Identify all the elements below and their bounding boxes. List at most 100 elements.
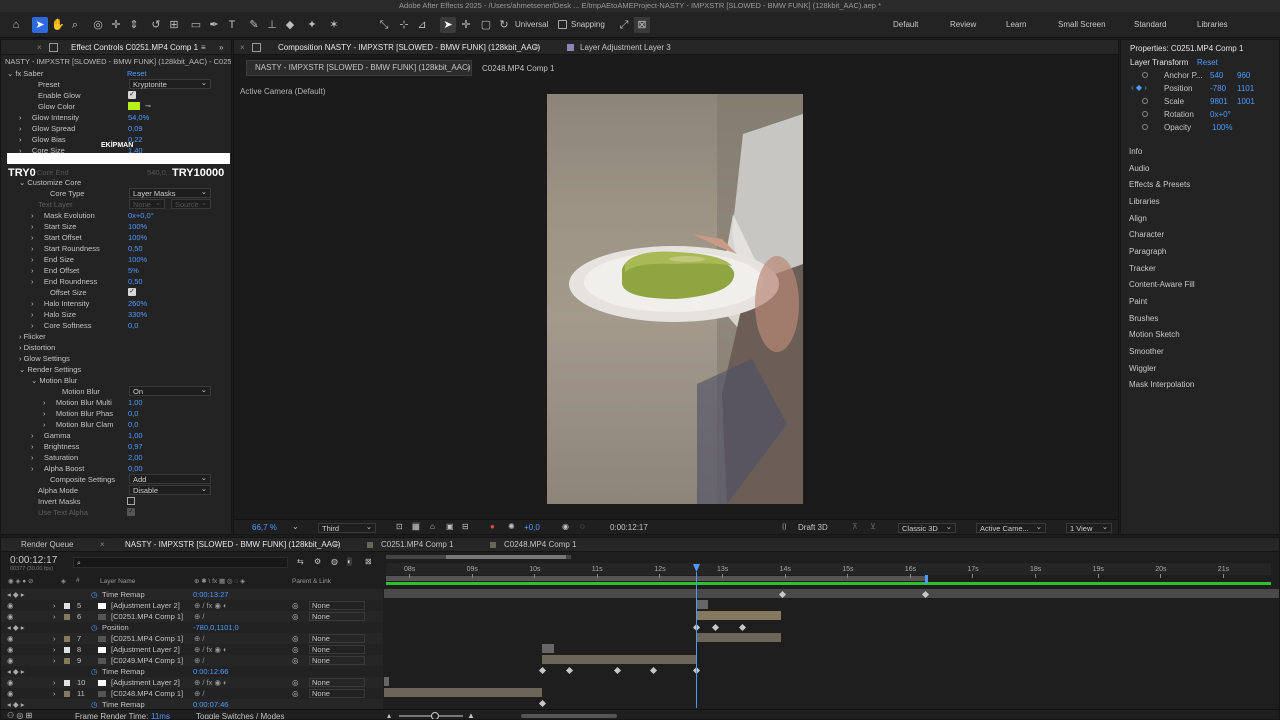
property-value[interactable]: -780,0,1101,0 xyxy=(193,622,239,633)
visibility-eye-icon[interactable]: ◉ xyxy=(7,600,14,611)
position-y[interactable]: 1101 xyxy=(1237,84,1254,93)
parent-dropdown[interactable]: None xyxy=(309,612,365,621)
keyframe[interactable] xyxy=(565,666,574,675)
eyedropper-icon[interactable]: ⊸ xyxy=(145,102,151,110)
anchor-y[interactable]: 960 xyxy=(1237,71,1250,80)
layer-row[interactable]: ◉ › 7 [C0251.MP4 Comp 1] ⊕ / ◎ None xyxy=(1,633,383,644)
keyframe[interactable] xyxy=(538,666,547,675)
panel-motion-sketch[interactable]: Motion Sketch xyxy=(1129,330,1180,339)
motion-blur-phase-row[interactable]: › Motion Blur Phas xyxy=(43,408,113,419)
track-bar-layer6[interactable] xyxy=(696,611,781,620)
time-navigator[interactable] xyxy=(386,555,571,559)
panel-audio[interactable]: Audio xyxy=(1129,164,1149,173)
distortion-group[interactable]: › Distortion xyxy=(19,342,55,353)
expand-arrow-icon[interactable]: › xyxy=(53,611,56,622)
glow-intensity-row[interactable]: › Glow Intensity xyxy=(19,112,79,123)
universal-label[interactable]: Universal xyxy=(515,20,548,29)
timeline-zoom-slider[interactable] xyxy=(399,712,463,719)
parent-dropdown[interactable]: None xyxy=(309,656,365,665)
grid-icon[interactable]: ▣ xyxy=(446,522,454,531)
brightness-row[interactable]: › Brightness xyxy=(31,441,79,452)
panel-effects-presets[interactable]: Effects & Presets xyxy=(1129,180,1190,189)
label-color-icon[interactable] xyxy=(64,680,70,686)
motion-blur-multi-value[interactable]: 1,00 xyxy=(128,397,143,408)
parent-pick-whip-icon[interactable]: ◎ xyxy=(292,677,299,688)
end-size-value[interactable]: 100% xyxy=(128,254,147,265)
start-roundness-value[interactable]: 0,50 xyxy=(128,243,143,254)
video-frame[interactable] xyxy=(547,94,803,504)
motion-blur-phase-value[interactable]: 0,0 xyxy=(128,408,138,419)
glow-settings-group[interactable]: › Glow Settings xyxy=(19,353,70,364)
guides-icon[interactable]: ⊟ xyxy=(462,522,469,531)
expand-arrow-icon[interactable]: › xyxy=(53,644,56,655)
parent-pick-whip-icon[interactable]: ◎ xyxy=(292,600,299,611)
ground-plane-icon[interactable]: ⊻ xyxy=(870,522,876,531)
panel-libraries[interactable]: Libraries xyxy=(1129,197,1160,206)
visibility-eye-icon[interactable]: ◂ ◆ ▸ xyxy=(7,589,24,600)
label-color-icon[interactable] xyxy=(64,658,70,664)
anchor-stopwatch-icon[interactable] xyxy=(1142,72,1148,78)
end-offset-row[interactable]: › End Offset xyxy=(31,265,79,276)
render-queue-tab[interactable]: Render Queue xyxy=(21,538,73,552)
orbit-camera-icon[interactable]: ◎ xyxy=(90,17,106,33)
customize-core-group[interactable]: ⌄ Customize Core xyxy=(19,177,81,188)
parent-pick-whip-icon[interactable]: ◎ xyxy=(292,633,299,644)
keyframe[interactable] xyxy=(538,699,547,708)
visibility-eye-icon[interactable]: ◂ ◆ ▸ xyxy=(7,622,24,633)
panel-wiggler[interactable]: Wiggler xyxy=(1129,364,1156,373)
world-axis-icon[interactable]: ⊹ xyxy=(396,17,412,33)
shy-layers-icon[interactable]: ◍ xyxy=(331,557,338,566)
panel-brushes[interactable]: Brushes xyxy=(1129,314,1158,323)
enable-glow-checkbox[interactable]: ✓ xyxy=(128,91,136,99)
time-navigator-handle[interactable] xyxy=(446,555,566,559)
comp-menu-icon[interactable]: ≡ xyxy=(534,40,539,55)
saturation-value[interactable]: 2,00 xyxy=(128,452,143,463)
motion-blur-clamp-row[interactable]: › Motion Blur Clam xyxy=(43,419,113,430)
layer-panel-tab[interactable]: Layer Adjustment Layer 3 xyxy=(580,40,671,55)
opacity-value[interactable]: 100% xyxy=(1212,123,1232,132)
panel-mask-interpolation[interactable]: Mask Interpolation xyxy=(1129,380,1194,389)
parent-pick-whip-icon[interactable]: ◎ xyxy=(292,655,299,666)
snap-grid-icon[interactable]: ⊠ xyxy=(634,17,650,33)
end-size-row[interactable]: › End Size xyxy=(31,254,74,265)
label-color-icon[interactable] xyxy=(64,647,70,653)
comp-timecode[interactable]: 0:00:12:17 xyxy=(610,523,648,532)
label-color-icon[interactable] xyxy=(64,603,70,609)
property-stopwatch-icon[interactable]: ◷ xyxy=(91,666,98,677)
expand-arrow-icon[interactable]: › xyxy=(53,688,56,699)
comp-subtab-2[interactable]: C0248.MP4 Comp 1 xyxy=(482,64,554,73)
layer-row[interactable]: ◉ › 10 [Adjustment Layer 2] ⊕ / fx ◉ ◐ ◎ None xyxy=(1,677,383,688)
layer-name[interactable]: [Adjustment Layer 2] xyxy=(111,677,180,688)
panel-paragraph[interactable]: Paragraph xyxy=(1129,247,1166,256)
start-size-value[interactable]: 100% xyxy=(128,221,147,232)
anchor-x[interactable]: 540 xyxy=(1210,71,1223,80)
property-row[interactable]: ◂ ◆ ▸ ◷ Time Remap 0:00:12:66 xyxy=(1,666,383,677)
layer-name[interactable]: [C0249.MP4 Comp 1] xyxy=(111,655,183,666)
mask-visibility-icon[interactable]: ⌂ xyxy=(430,522,435,531)
start-roundness-row[interactable]: › Start Roundness xyxy=(31,243,100,254)
glow-bias-row[interactable]: › Glow Bias xyxy=(19,134,66,145)
core-softness-row[interactable]: › Core Softness xyxy=(31,320,91,331)
color-management-icon[interactable]: ✺ xyxy=(508,522,515,531)
layer-switches[interactable]: ⊕ / xyxy=(194,633,204,644)
track-bar-layer10[interactable] xyxy=(384,677,389,686)
motion-blur-clamp-value[interactable]: 0,0 xyxy=(128,419,138,430)
timeline-menu-icon[interactable]: ≡ xyxy=(334,538,339,552)
track-bar-layer5[interactable] xyxy=(696,600,708,609)
gamma-row[interactable]: › Gamma xyxy=(31,430,71,441)
halo-size-value[interactable]: 330% xyxy=(128,309,147,320)
hand-tool-icon[interactable]: ✋ xyxy=(50,17,66,33)
property-stopwatch-icon[interactable]: ◷ xyxy=(91,589,98,600)
visibility-eye-icon[interactable]: ◂ ◆ ▸ xyxy=(7,666,24,677)
parent-dropdown[interactable]: None xyxy=(309,601,365,610)
composition-tab[interactable]: Composition NASTY - IMPXSTR [SLOWED - BM… xyxy=(278,40,540,55)
square-3d-icon[interactable]: ▢ xyxy=(478,17,494,33)
layer-row[interactable]: ◉ › 11 [C0248.MP4 Comp 1] ⊕ / ◎ None xyxy=(1,688,383,699)
eraser-tool-icon[interactable]: ◆ xyxy=(282,17,298,33)
flicker-group[interactable]: › Flicker xyxy=(19,331,46,342)
halo-size-row[interactable]: › Halo Size xyxy=(31,309,76,320)
expand-arrow-icon[interactable]: › xyxy=(53,600,56,611)
property-stopwatch-icon[interactable]: ◷ xyxy=(91,622,98,633)
snapshot-icon[interactable]: ◉ xyxy=(562,522,569,531)
visibility-eye-icon[interactable]: ◉ xyxy=(7,677,14,688)
